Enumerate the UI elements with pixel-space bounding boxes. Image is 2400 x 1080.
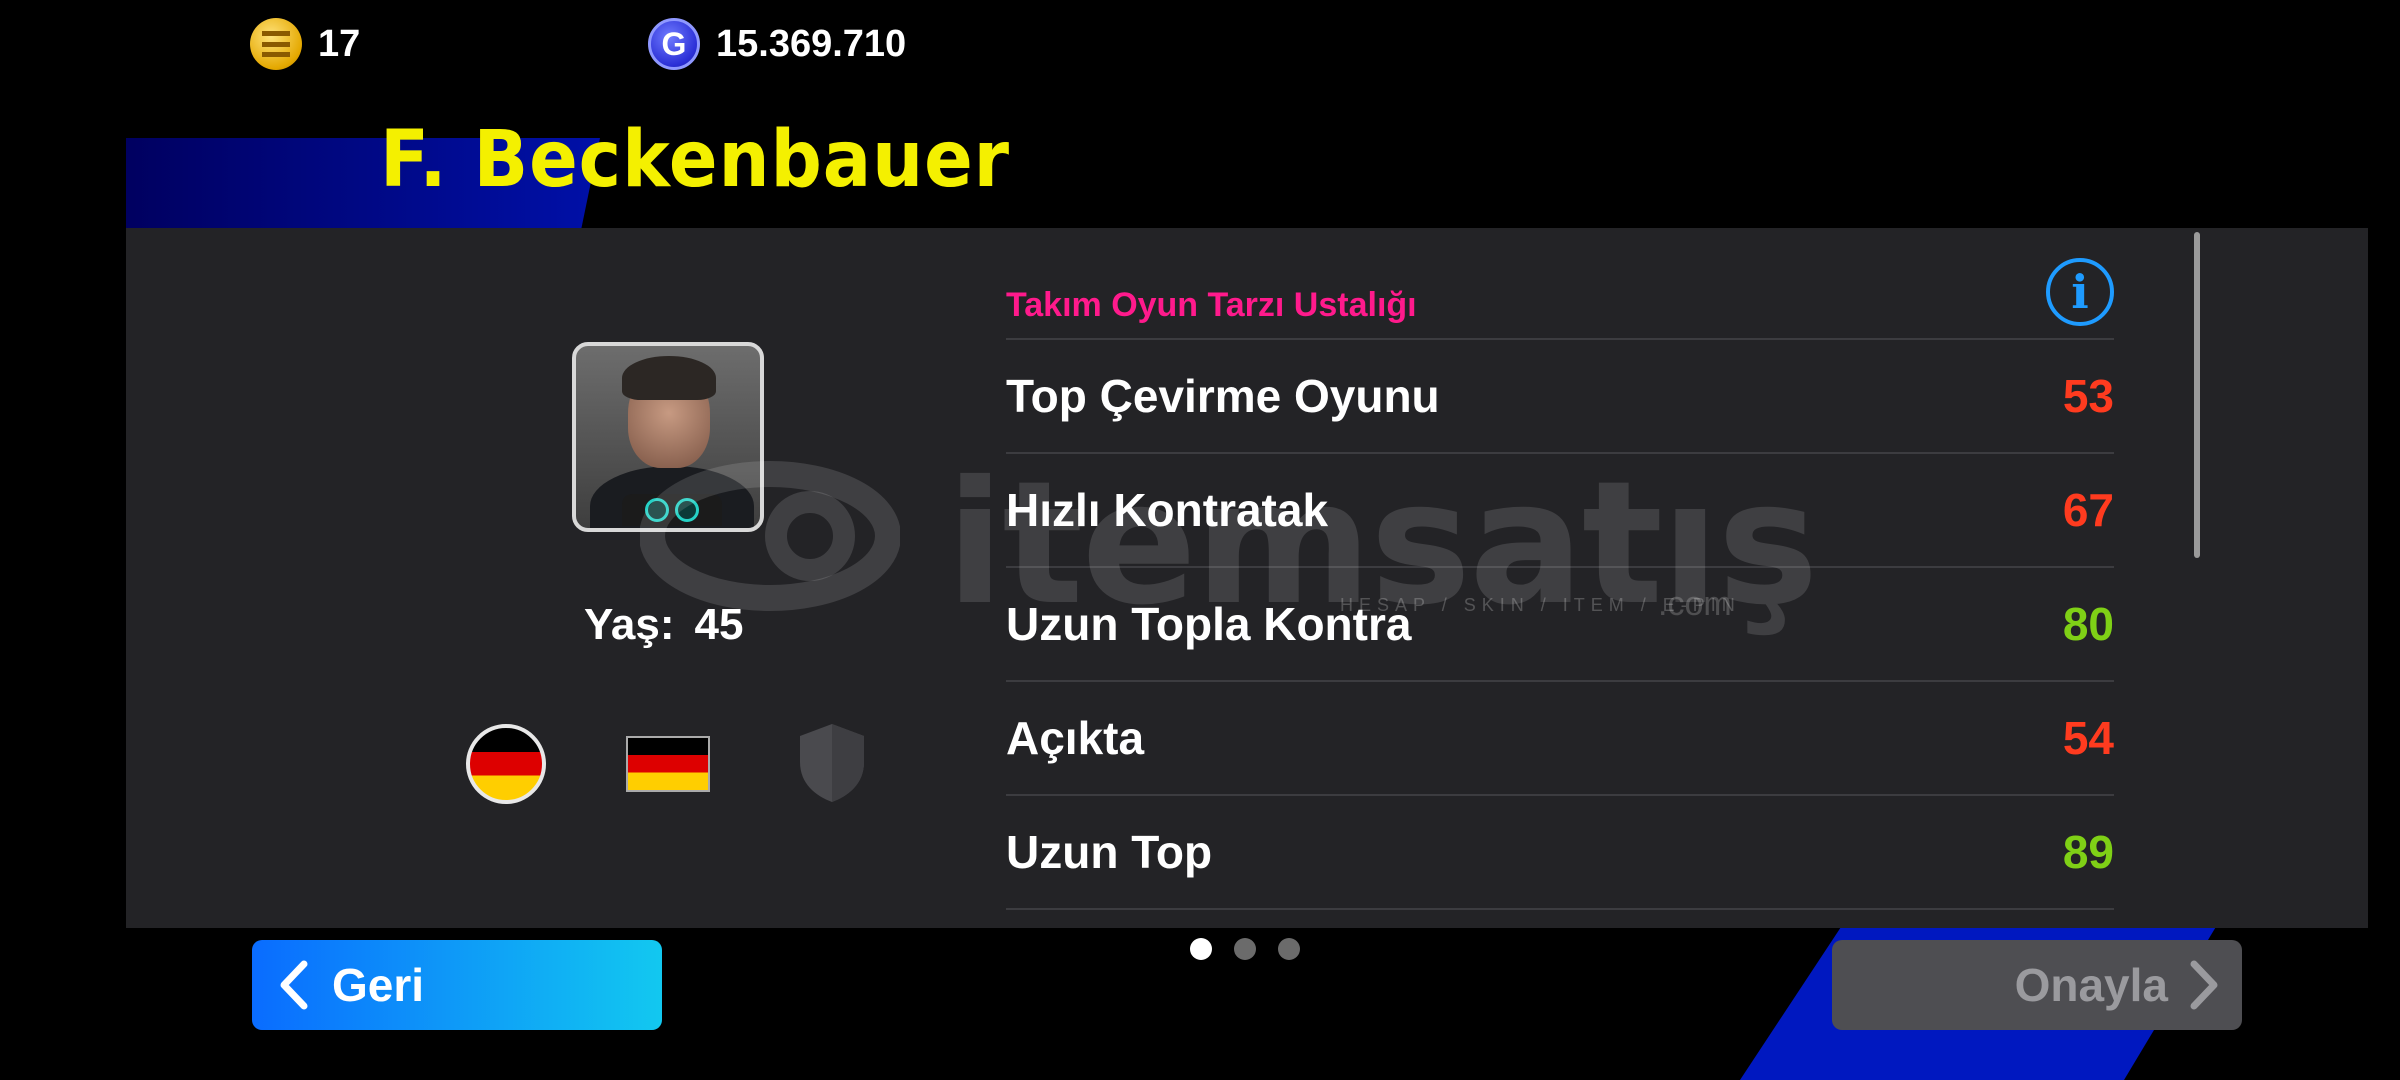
region-flag-icon	[626, 736, 710, 792]
playstyle-label: Hızlı Kontratak	[1006, 484, 1329, 536]
gp-icon: G	[648, 18, 700, 70]
playstyle-label: Açıkta	[1006, 712, 1145, 764]
player-avatar[interactable]	[572, 342, 764, 532]
page-dot[interactable]	[1190, 938, 1212, 960]
info-icon[interactable]: i	[2046, 258, 2114, 326]
confirm-button[interactable]: Onayla	[1832, 940, 2242, 1030]
badge-coin-icon	[675, 498, 699, 522]
playstyle-value: 54	[2062, 712, 2114, 764]
player-name: F. Beckenbauer	[380, 115, 1010, 205]
gp-value: 15.369.710	[716, 22, 907, 65]
chevron-left-icon	[280, 960, 308, 1010]
back-button[interactable]: Geri	[252, 940, 662, 1030]
coins-counter: 17	[250, 18, 360, 70]
coins-value: 17	[318, 22, 361, 65]
nationality-flag-icon	[466, 724, 546, 804]
player-card-badge	[622, 494, 722, 526]
playstyle-list: Top Çevirme Oyunu 53 Hızlı Kontratak 67 Uzun…	[1006, 338, 2114, 910]
efootball-coin-icon	[250, 18, 302, 70]
page-dot[interactable]	[1234, 938, 1256, 960]
playstyle-value: 89	[2062, 826, 2114, 878]
avatar-hair	[622, 356, 716, 400]
badge-coin-icon	[645, 498, 669, 522]
playstyle-value: 80	[2062, 598, 2114, 650]
page-indicator	[1190, 938, 1300, 960]
confirm-button-label: Onayla	[2014, 959, 2168, 1011]
playstyle-value: 67	[2062, 484, 2114, 536]
section-title: Takım Oyun Tarzı Ustalığı	[1006, 286, 1417, 324]
back-button-label: Geri	[332, 959, 425, 1011]
gp-counter: G 15.369.710	[648, 18, 906, 70]
shield-icon	[800, 724, 864, 802]
scrollbar[interactable]	[2194, 232, 2200, 558]
page-dot[interactable]	[1278, 938, 1300, 960]
playstyle-row: Hızlı Kontratak 67	[1006, 454, 2114, 568]
age-value: 45	[694, 600, 744, 649]
playstyle-label: Uzun Topla Kontra	[1006, 598, 1412, 650]
playstyle-row: Açıkta 54	[1006, 682, 2114, 796]
playstyle-label: Top Çevirme Oyunu	[1006, 370, 1440, 422]
age-label: Yaş:	[584, 600, 675, 649]
player-age: Yaş: 45	[584, 600, 743, 650]
playstyle-label: Uzun Top	[1006, 826, 1213, 878]
playstyle-row: Uzun Top 89	[1006, 796, 2114, 910]
playstyle-row: Uzun Topla Kontra 80	[1006, 568, 2114, 682]
playstyle-value: 53	[2062, 370, 2114, 422]
chevron-right-icon	[2190, 960, 2218, 1010]
playstyle-row: Top Çevirme Oyunu 53	[1006, 340, 2114, 454]
